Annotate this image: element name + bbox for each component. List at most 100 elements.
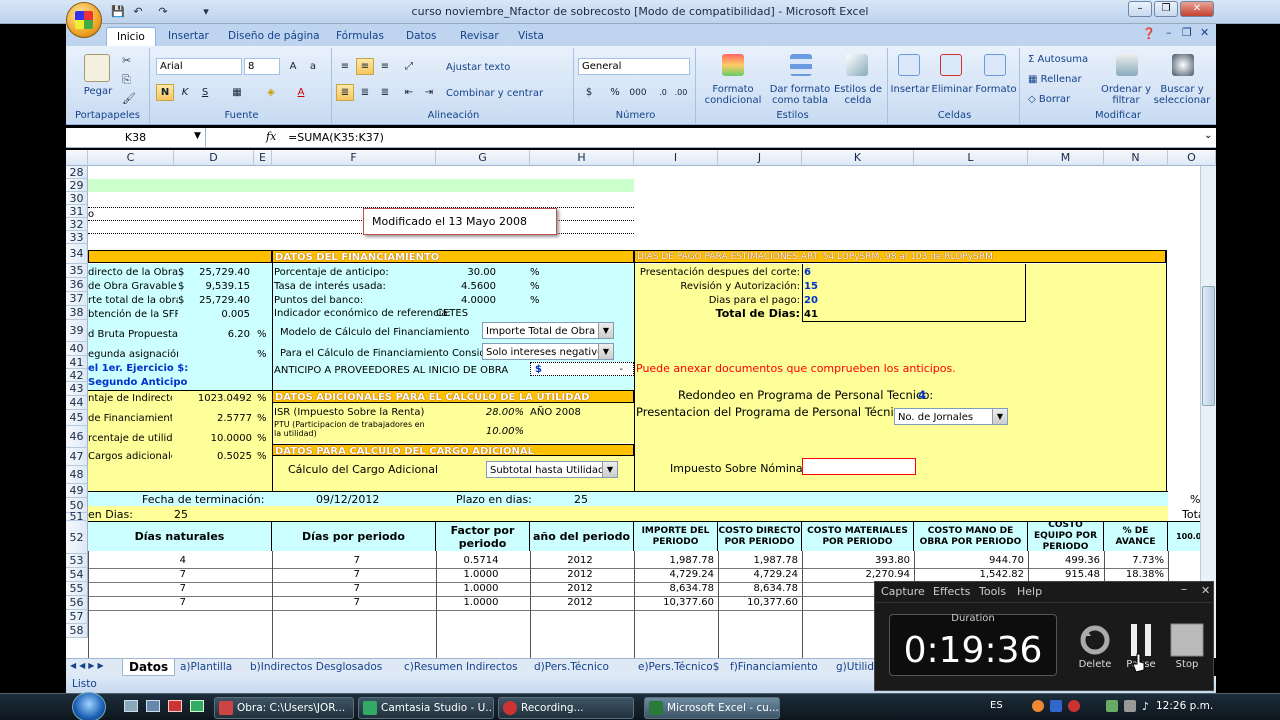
row-header[interactable]: 39: [66, 320, 88, 342]
volume-icon[interactable]: ♪: [1142, 700, 1149, 713]
switch-windows-icon[interactable]: [146, 700, 160, 712]
advance-cell[interactable]: $ -: [530, 362, 634, 376]
align-center-icon[interactable]: ≣: [356, 84, 374, 101]
paste-button[interactable]: Pegar: [76, 86, 120, 97]
delete-cells-button[interactable]: Eliminar: [930, 84, 974, 95]
row-header[interactable]: 46: [66, 426, 88, 448]
sheet-nav-icon[interactable]: ◀◀▶▶: [70, 661, 107, 670]
taskbar-item-obra[interactable]: Obra: C:\Users\JOR...: [214, 697, 354, 719]
cell-styles-button[interactable]: Estilos de celda: [832, 84, 884, 106]
col-d[interactable]: D: [174, 150, 254, 166]
taskbar-item-excel[interactable]: Microsoft Excel - cu...: [644, 697, 780, 719]
underline-button[interactable]: S: [196, 84, 214, 101]
row-header[interactable]: 35: [66, 264, 88, 278]
fill-button[interactable]: ▦ Rellenar: [1028, 74, 1082, 85]
row-header[interactable]: 33: [66, 231, 88, 244]
italic-button[interactable]: K: [176, 84, 194, 101]
autosum-button[interactable]: Σ Autosuma: [1028, 54, 1088, 65]
menu-help[interactable]: Help: [1017, 585, 1042, 598]
col-m[interactable]: M: [1028, 150, 1104, 166]
wrap-text-button[interactable]: Ajustar texto: [446, 62, 510, 73]
row-header[interactable]: 38: [66, 306, 88, 320]
tray-icon[interactable]: [1068, 700, 1080, 712]
office-button[interactable]: [66, 2, 102, 38]
comment-box[interactable]: Modificado el 13 Mayo 2008: [363, 208, 557, 235]
sheet-tab-pers-tecnico[interactable]: d)Pers.Técnico: [528, 659, 615, 676]
conditional-format-button[interactable]: Formato condicional: [700, 84, 766, 106]
col-n[interactable]: N: [1104, 150, 1168, 166]
minimize-icon[interactable]: –: [1181, 582, 1187, 596]
fill-color-icon[interactable]: ◈: [262, 84, 280, 101]
row-header[interactable]: 45: [66, 410, 88, 426]
sheet-tab-utilidad[interactable]: g)Utilid: [830, 659, 880, 676]
chevron-down-icon[interactable]: ▼: [602, 462, 617, 477]
sheet-tab-financiamiento[interactable]: f)Financiamiento: [724, 659, 824, 676]
tab-datos[interactable]: Datos: [396, 27, 447, 46]
row-header[interactable]: 36: [66, 278, 88, 292]
sheet-tab-datos[interactable]: Datos: [122, 659, 176, 676]
row-header[interactable]: 31: [66, 205, 88, 218]
row-header[interactable]: 56: [66, 596, 88, 610]
network-icon[interactable]: [1106, 700, 1118, 712]
col-e[interactable]: E: [254, 150, 272, 166]
row-header[interactable]: 40: [66, 342, 88, 356]
col-k[interactable]: K: [802, 150, 914, 166]
scrollbar-thumb[interactable]: [1202, 286, 1215, 406]
row-header[interactable]: 37: [66, 292, 88, 306]
table-format-button[interactable]: Dar formato como tabla: [768, 84, 832, 106]
close-button[interactable]: ✕: [1180, 1, 1214, 17]
stop-button[interactable]: [1169, 622, 1205, 658]
taskbar-item-recording[interactable]: Recording...: [498, 697, 634, 719]
row-header[interactable]: 44: [66, 396, 88, 410]
format-cells-button[interactable]: Formato: [974, 84, 1018, 95]
quicklaunch-excel-icon[interactable]: [190, 700, 204, 712]
save-icon[interactable]: 💾: [110, 4, 126, 20]
row-header[interactable]: 54: [66, 568, 88, 582]
presentation-select[interactable]: No. de Jornales ▼: [894, 408, 1008, 425]
chevron-down-icon[interactable]: ▼: [992, 409, 1007, 424]
row-header[interactable]: 29: [66, 179, 88, 192]
bold-button[interactable]: N: [156, 84, 174, 101]
taskbar-item-camtasia[interactable]: Camtasia Studio - U...: [358, 697, 494, 719]
quicklaunch-app-icon[interactable]: [168, 700, 182, 712]
shrink-font-icon[interactable]: a: [304, 58, 322, 75]
customize-qat-icon[interactable]: ▾: [198, 4, 214, 20]
row-header[interactable]: 34: [66, 244, 88, 264]
decrease-decimal-icon[interactable]: .00: [672, 84, 690, 101]
menu-tools[interactable]: Tools: [979, 585, 1006, 598]
row-header[interactable]: 48: [66, 466, 88, 484]
row-header[interactable]: 57: [66, 610, 88, 624]
grow-font-icon[interactable]: A: [284, 58, 302, 75]
tray-icon[interactable]: [1032, 700, 1044, 712]
font-size-combo[interactable]: 8: [244, 58, 280, 75]
fx-icon[interactable]: fx: [266, 130, 276, 143]
redo-icon[interactable]: ↷: [155, 4, 171, 20]
row-header[interactable]: 49: [66, 484, 88, 498]
currency-button[interactable]: $: [580, 84, 598, 101]
ribbon-close-icon[interactable]: ✕: [1200, 26, 1209, 39]
decrease-indent-icon[interactable]: ⇤: [400, 84, 418, 101]
percent-button[interactable]: %: [606, 84, 624, 101]
chevron-down-icon[interactable]: ▼: [598, 344, 613, 359]
start-button[interactable]: [72, 692, 106, 720]
cut-icon[interactable]: ✂: [122, 54, 131, 67]
format-painter-icon[interactable]: 🖌: [122, 92, 136, 105]
menu-capture[interactable]: Capture: [881, 585, 925, 598]
row-header[interactable]: 30: [66, 192, 88, 205]
row-header[interactable]: 32: [66, 218, 88, 231]
row-header[interactable]: 47: [66, 448, 88, 466]
minimize-button[interactable]: –: [1128, 1, 1152, 17]
col-j[interactable]: J: [718, 150, 802, 166]
insert-cells-button[interactable]: Insertar: [890, 84, 930, 95]
col-l[interactable]: L: [914, 150, 1028, 166]
tab-formulas[interactable]: Fórmulas: [326, 27, 394, 46]
sheet-tab-resumen-indirectos[interactable]: c)Resumen Indirectos: [398, 659, 524, 676]
align-middle-icon[interactable]: ≡: [356, 58, 374, 75]
tray-icon[interactable]: [1050, 700, 1062, 712]
font-name-combo[interactable]: Arial: [156, 58, 242, 75]
row-header[interactable]: 53: [66, 554, 88, 568]
copy-icon[interactable]: ⎘: [122, 73, 131, 87]
borders-icon[interactable]: ▦: [228, 84, 246, 101]
row-header[interactable]: 58: [66, 624, 88, 638]
close-icon[interactable]: ✕: [1201, 584, 1210, 597]
